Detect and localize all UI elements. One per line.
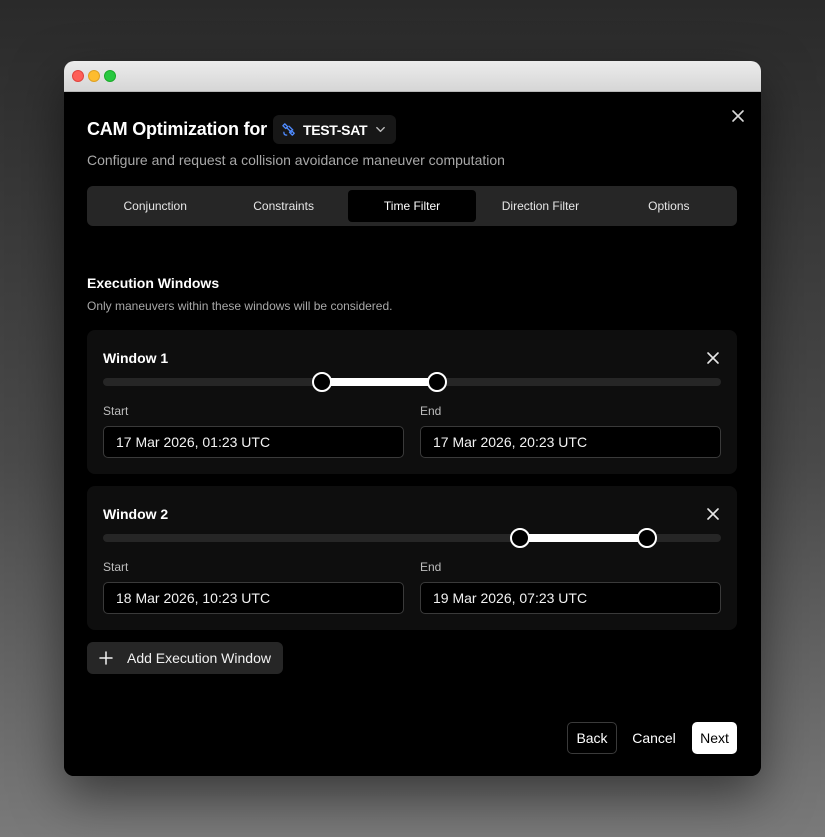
dialog-title: CAM Optimization for	[87, 119, 267, 139]
close-icon[interactable]	[706, 507, 720, 521]
dialog-subtitle: Configure and request a collision avoida…	[87, 152, 505, 168]
slider-start-thumb[interactable]	[510, 528, 531, 548]
tab-bar: Conjunction Constraints Time Filter Dire…	[87, 186, 737, 226]
slider-end-thumb[interactable]	[426, 372, 447, 392]
start-label: Start	[103, 560, 129, 574]
add-execution-window-button[interactable]: Add Execution Window	[87, 642, 283, 674]
end-datetime-input[interactable]: 19 Mar 2026, 07:23 UTC	[420, 582, 721, 614]
start-datetime-input[interactable]: 17 Mar 2026, 01:23 UTC	[103, 426, 404, 458]
time-range-slider[interactable]	[103, 372, 721, 392]
end-label: End	[420, 404, 442, 418]
back-button[interactable]: Back	[567, 722, 617, 754]
slider-range	[520, 534, 647, 542]
dialog-header: CAM Optimization for TEST-SAT	[87, 115, 397, 144]
end-label: End	[420, 560, 442, 574]
satellite-icon	[282, 123, 295, 136]
start-datetime-input[interactable]: 18 Mar 2026, 10:23 UTC	[103, 582, 404, 614]
chevron-down-icon	[376, 126, 386, 133]
window-titlebar	[64, 61, 761, 92]
tab-conjunction[interactable]: Conjunction	[91, 190, 219, 222]
window-title: Window 1	[103, 350, 169, 366]
close-icon[interactable]	[706, 351, 720, 365]
execution-window-card: Window 1 Start End 17 Mar 2026, 01:23 UT…	[87, 330, 737, 474]
window-title: Window 2	[103, 506, 169, 522]
tab-time-filter[interactable]: Time Filter	[347, 190, 477, 222]
end-datetime-input[interactable]: 17 Mar 2026, 20:23 UTC	[420, 426, 721, 458]
slider-range	[322, 378, 437, 386]
section-description: Only maneuvers within these windows will…	[87, 299, 393, 313]
satellite-selector[interactable]: TEST-SAT	[272, 115, 397, 144]
satellite-name: TEST-SAT	[302, 121, 368, 138]
window-close-button[interactable]	[72, 70, 84, 82]
tab-constraints[interactable]: Constraints	[219, 190, 347, 222]
tab-direction-filter[interactable]: Direction Filter	[476, 190, 604, 222]
cam-optimization-dialog: CAM Optimization for TEST-SAT Configure …	[64, 92, 761, 776]
app-window: CAM Optimization for TEST-SAT Configure …	[64, 61, 761, 776]
close-icon[interactable]	[731, 109, 745, 123]
execution-window-card: Window 2 Start End 18 Mar 2026, 10:23 UT…	[87, 486, 737, 630]
window-minimize-button[interactable]	[88, 70, 100, 82]
time-range-slider[interactable]	[103, 528, 721, 548]
add-execution-window-label: Add Execution Window	[127, 650, 271, 666]
section-title: Execution Windows	[87, 275, 220, 291]
cancel-button[interactable]: Cancel	[626, 722, 682, 754]
slider-end-thumb[interactable]	[636, 528, 657, 548]
plus-icon	[99, 651, 113, 665]
tab-options[interactable]: Options	[605, 190, 733, 222]
next-button[interactable]: Next	[692, 722, 737, 754]
window-zoom-button[interactable]	[104, 70, 116, 82]
slider-start-thumb[interactable]	[312, 372, 333, 392]
start-label: Start	[103, 404, 129, 418]
